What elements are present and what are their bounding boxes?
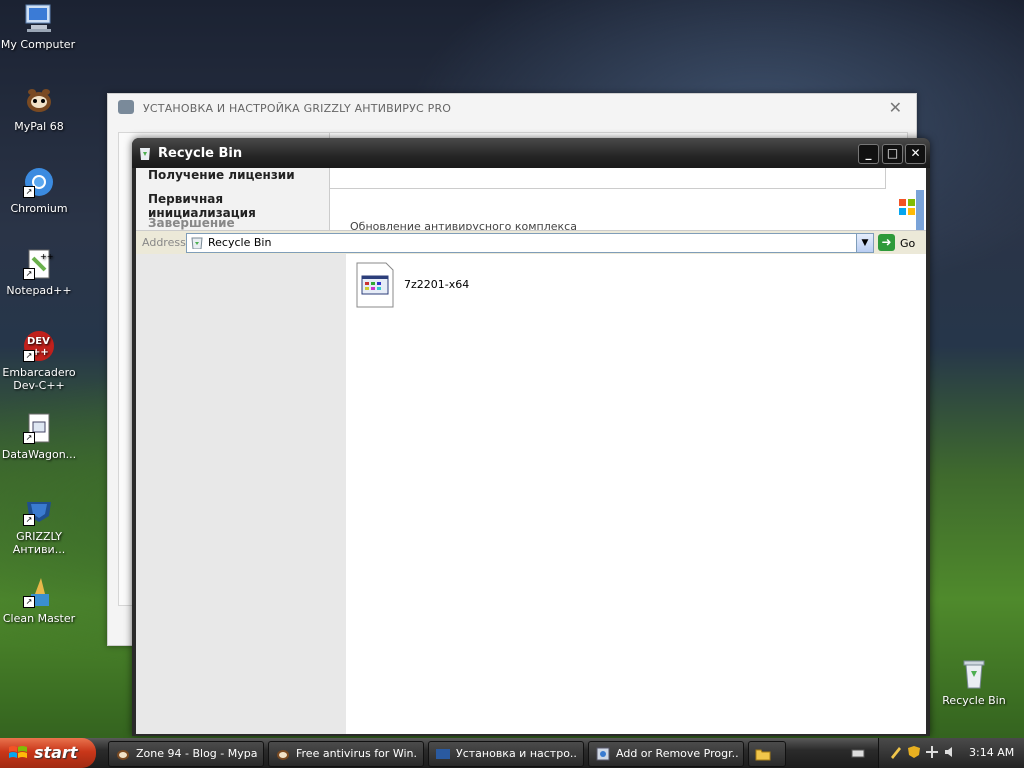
address-label: Address [142,236,186,249]
windows-flag-icon [898,198,916,216]
mypal-icon [23,84,55,116]
taskbar-item-folder[interactable] [748,741,786,767]
address-value: Recycle Bin [208,236,272,249]
address-dropdown-button[interactable]: ▼ [856,234,873,252]
grizzly-close-button[interactable]: ✕ [889,98,902,117]
recycle-bin-titlebar[interactable]: Recycle Bin _ □ ✕ [132,138,930,168]
start-button[interactable]: start [0,738,96,768]
desktop-icon-clean-master[interactable]: ↗ Clean Master [1,576,77,625]
desktop-icon-recycle-bin[interactable]: Recycle Bin [936,658,1012,707]
datawagon-icon: ↗ [23,412,55,444]
start-label: start [34,743,78,762]
windows-logo-icon [8,744,28,762]
maximize-button[interactable]: □ [882,144,903,164]
recycle-bin-title: Recycle Bin [158,146,243,161]
go-arrow-icon: ➜ [878,234,895,251]
system-tray: 3:14 AM [878,738,1024,768]
mypal-task-icon [115,746,131,762]
clean-master-icon: ↗ [23,576,55,608]
taskbar-item-free-antivirus[interactable]: Free antivirus for Win... [268,741,424,767]
recycle-bin-icon [958,658,990,690]
svg-text:++: ++ [40,252,53,261]
grizzly-header-strip [329,168,886,189]
folder-icon [755,746,771,762]
desktop-icon-my-computer[interactable]: My Computer [0,2,76,51]
taskbar-item-zone94[interactable]: Zone 94 - Blog - Mypal [108,741,264,767]
exe-file-icon [356,262,394,308]
file-name: 7z2201-x64 [404,278,470,291]
grizzly-overlap-area: Получение лицензии Первичная инициализац… [136,168,926,233]
svg-text:DEV: DEV [27,336,50,347]
step-finish: Завершение [148,216,235,230]
network-tray-icon[interactable] [925,745,939,759]
volume-tray-icon[interactable] [943,745,957,759]
add-remove-icon [595,746,611,762]
my-computer-icon [22,2,54,34]
address-bar: Address Recycle Bin ▼ ➜ Go [136,230,926,256]
grizzly-steps-list: Получение лицензии Первичная инициализац… [136,168,330,230]
recycle-bin-title-icon [138,145,152,160]
recycle-bin-small-icon [191,236,203,250]
notepadpp-icon: ++ ↗ [23,248,55,280]
mypal-task-icon-2 [275,746,291,762]
devcpp-icon: DEV ++ ↗ [23,330,55,362]
close-button[interactable]: ✕ [905,144,926,164]
recycle-bin-window[interactable]: Recycle Bin _ □ ✕ Получение лицензии Пер… [132,138,930,736]
minimize-button[interactable]: _ [858,144,879,164]
taskbar: start Zone 94 - Blog - Mypal Free antivi… [0,738,1024,768]
chromium-icon: ↗ [23,166,55,198]
clock: 3:14 AM [969,746,1015,759]
address-input[interactable]: Recycle Bin ▼ [186,233,874,253]
file-list: 7z2201-x64 [346,254,926,734]
grizzly-icon: ↗ [23,494,55,526]
taskbar-item-add-remove[interactable]: Add or Remove Progr... [588,741,744,767]
tasks-pane [136,254,346,734]
taskbar-item-grizzly-setup[interactable]: Установка и настро... [428,741,584,767]
desktop-icon-notepadpp[interactable]: ++ ↗ Notepad++ [1,248,77,297]
pen-tray-icon[interactable] [889,745,903,759]
recycle-bin-body: Получение лицензии Первичная инициализац… [136,168,926,734]
desktop-icon-grizzly[interactable]: ↗ GRIZZLY Антиви... [1,494,77,556]
go-label: Go [900,237,916,250]
grizzly-logo-icon [118,100,134,114]
grizzly-window-title: УСТАНОВКА И НАСТРОЙКА GRIZZLY АНТИВИРУС … [143,102,452,115]
file-item[interactable]: 7z2201-x64 [356,262,486,312]
desktop-icon-datawagon[interactable]: ↗ DataWagon... [1,412,77,461]
desktop-icon-mypal[interactable]: MyPal 68 [1,84,77,133]
go-button[interactable]: ➜ Go [878,234,922,252]
grizzly-task-icon [435,746,451,762]
desktop-icon-chromium[interactable]: ↗ Chromium [1,166,77,215]
desktop-icon-devcpp[interactable]: DEV ++ ↗ Embarcadero Dev-C++ [1,330,77,392]
grizzly-scrollbar[interactable] [916,190,924,230]
shield-tray-icon[interactable] [907,745,921,759]
step-license: Получение лицензии [148,168,295,182]
keyboard-icon[interactable] [851,746,865,760]
